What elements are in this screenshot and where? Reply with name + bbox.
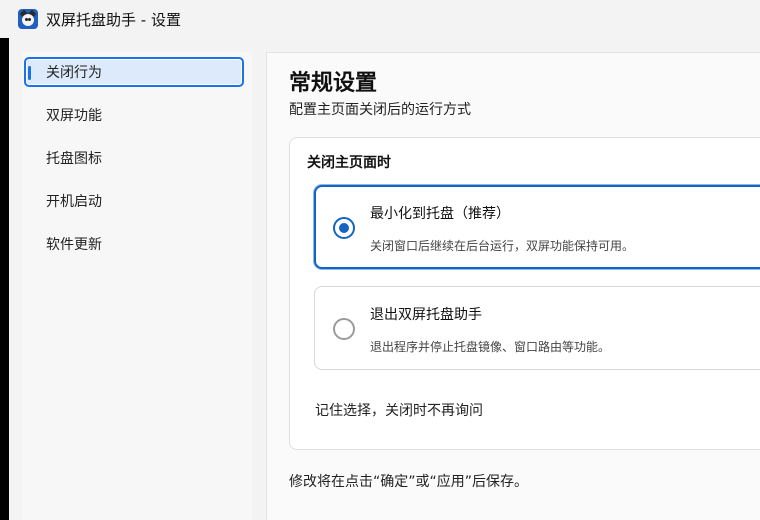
radio-selected-icon[interactable]: [333, 217, 355, 239]
option-label: 最小化到托盘（推荐）: [370, 206, 510, 222]
sidebar-item-update[interactable]: 软件更新: [24, 229, 244, 259]
save-hint: 修改将在点击“确定”或“应用”后保存。: [289, 474, 529, 490]
settings-content: 常规设置 配置主页面关闭后的运行方式 关闭主页面时 最小化到托盘（推荐） 关闭窗…: [266, 52, 760, 520]
page-subtitle: 配置主页面关闭后的运行方式: [289, 102, 471, 118]
title-bar: 双屏托盘助手 - 设置: [0, 0, 760, 38]
window-edge: [0, 38, 9, 520]
sidebar-item-label: 关闭行为: [46, 65, 102, 81]
app-icon: [18, 9, 38, 29]
sidebar-item-label: 开机启动: [46, 194, 102, 210]
sidebar-item-startup[interactable]: 开机启动: [24, 186, 244, 216]
sidebar-item-dual-screen[interactable]: 双屏功能: [24, 100, 244, 130]
sidebar-item-label: 双屏功能: [46, 108, 102, 124]
page-title: 常规设置: [289, 71, 378, 96]
option-exit-app[interactable]: 退出双屏托盘助手 退出程序并停止托盘镜像、窗口路由等功能。: [314, 286, 760, 370]
close-behavior-group: 关闭主页面时 最小化到托盘（推荐） 关闭窗口后继续在后台运行，双屏功能保持可用。…: [289, 137, 760, 450]
sidebar-item-close-behavior[interactable]: 关闭行为: [24, 57, 244, 87]
window-title: 双屏托盘助手 - 设置: [46, 10, 181, 29]
radio-unselected-icon[interactable]: [333, 318, 355, 340]
sidebar-item-label: 软件更新: [46, 237, 102, 253]
sidebar-nav: 关闭行为 双屏功能 托盘图标 开机启动 软件更新: [22, 52, 252, 520]
sidebar-item-tray-icon[interactable]: 托盘图标: [24, 143, 244, 173]
option-description: 退出程序并停止托盘镜像、窗口路由等功能。: [370, 340, 611, 354]
option-label: 退出双屏托盘助手: [370, 307, 482, 323]
remember-choice-option[interactable]: 记住选择，关闭时不再询问: [315, 400, 483, 420]
option-minimize-to-tray[interactable]: 最小化到托盘（推荐） 关闭窗口后继续在后台运行，双屏功能保持可用。: [314, 185, 760, 269]
sidebar-item-label: 托盘图标: [46, 151, 102, 167]
group-title: 关闭主页面时: [307, 155, 391, 171]
option-description: 关闭窗口后继续在后台运行，双屏功能保持可用。: [370, 239, 635, 253]
